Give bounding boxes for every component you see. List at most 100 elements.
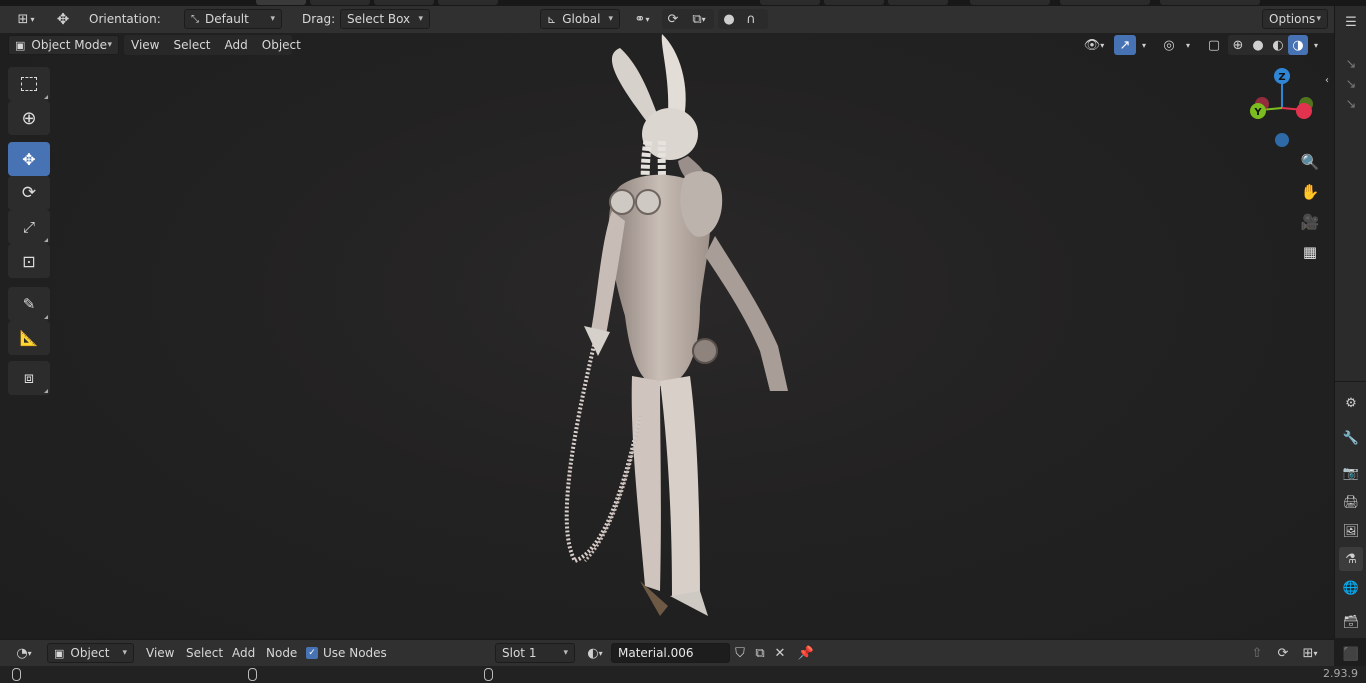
snap-element-icon[interactable]: ⊞ ▾ [1294,643,1326,663]
rendered-shading-icon[interactable]: ◑ [1288,35,1308,55]
viewport-menu: View Select Add Object [124,35,301,55]
workspace-tab[interactable] [824,0,884,5]
overlays-icon[interactable]: ◎ [1158,35,1180,55]
workspace-tab[interactable] [256,0,306,5]
perspective-grid-icon[interactable]: ▦ [1298,240,1322,264]
rotate-tool[interactable]: ⟳ [8,176,50,210]
measure-tool[interactable]: 📐 [8,321,50,355]
chevron-down-icon: ▾ [563,648,568,658]
wireframe-shading-icon[interactable]: ⊕ [1228,35,1248,55]
proportional-edit-icon[interactable]: ● [718,9,740,29]
workspace-tab[interactable] [374,0,434,5]
pin-icon[interactable]: 📌 [795,643,817,663]
properties-tabs: ☰ ↘ ↘ ↘ ⚙ 🔧 📷 🖨 🖼 ⚗ 🌐 🗃 [1334,6,1366,638]
version-label: 2.93.9 [1323,667,1358,680]
solid-shading-icon[interactable]: ● [1248,35,1268,55]
shader-editor-header: ◔ ▾ ▣ Object ▾ View Select Add Node ✓ Use… [0,639,1334,666]
material-shading-icon[interactable]: ◐ [1268,35,1288,55]
select-box-icon [21,77,37,91]
3d-viewport[interactable] [0,6,1334,638]
workspace-tab[interactable] [1160,0,1260,5]
tool-settings-header: ⊞ ▾ ✥ Orientation: ⤡ Default ▾ Drag: Sele… [0,6,1334,33]
render-properties-icon[interactable]: 📷 [1339,461,1363,485]
menu-select-bottom[interactable]: Select [186,643,223,663]
overlays-dropdown-icon[interactable]: ▾ [1180,35,1196,55]
options-dropdown[interactable]: Options ▾ [1262,9,1328,29]
tool-settings-icon[interactable]: 🔧 [1339,426,1363,450]
shader-type-dropdown[interactable]: ▣ Object ▾ [47,643,134,663]
sidebar-toggle-arrow-icon[interactable]: ‹ [1320,70,1334,90]
use-nodes-checkbox[interactable]: ✓ Use Nodes [306,643,387,663]
menu-select[interactable]: Select [166,38,217,52]
tool-pin-icon[interactable]: ↘ [1339,92,1363,116]
workspace-tab[interactable] [970,0,1050,5]
gizmo-toggle-icon[interactable]: ↗ [1114,35,1136,55]
add-cube-tool[interactable]: ⧈ [8,361,50,395]
pivot-point-icon[interactable]: ⚭ ▾ [627,9,657,29]
menu-view-bottom[interactable]: View [146,643,174,663]
editor-type-node-icon[interactable]: ◔ ▾ [8,643,40,663]
workspace-tab[interactable] [438,0,498,5]
view-layer-icon[interactable]: 🖼 [1339,519,1363,543]
slot-dropdown[interactable]: Slot 1 ▾ [495,643,575,663]
menu-node-bottom[interactable]: Node [266,643,297,663]
orientation-value: Default [205,12,249,26]
visibility-eye-icon[interactable]: 👁 ▾ [1078,35,1110,55]
gizmo-z-negative[interactable] [1275,133,1289,147]
snap-toggle-icon[interactable]: ⟳ [662,9,684,29]
workspace-tab[interactable] [1060,0,1150,5]
material-browse-icon[interactable]: ◐ ▾ [581,643,609,663]
orientation-dropdown[interactable]: ⤡ Default ▾ [184,9,282,29]
material-slot-icon[interactable]: ⬛ [1340,644,1362,664]
gizmo-dropdown-icon[interactable]: ▾ [1136,35,1152,55]
unlink-material-icon[interactable]: ✕ [769,643,791,663]
output-properties-icon[interactable]: 🖨 [1339,490,1363,514]
menu-add-bottom[interactable]: Add [232,643,255,663]
annotate-tool[interactable]: ✎ [8,287,50,321]
menu-object[interactable]: Object [255,38,308,52]
menu-view[interactable]: View [124,38,166,52]
world-properties-icon[interactable]: 🌐 [1339,576,1363,600]
material-name-field[interactable]: Material.006 [611,643,730,663]
zoom-icon[interactable]: 🔍 [1298,150,1322,174]
move-tool[interactable]: ✥ [8,142,50,176]
menu-add[interactable]: Add [218,38,255,52]
collection-properties-icon[interactable]: 🗃 [1339,610,1363,634]
navigation-gizmo[interactable]: Z Y [1244,66,1324,156]
select-box-tool[interactable] [8,67,50,101]
parent-node-tree-icon[interactable]: ⇧ [1246,643,1268,663]
pencil-icon: ✎ [22,295,36,313]
falloff-icon[interactable]: ∩ [740,9,762,29]
transform-orientation-dropdown[interactable]: ⊾ Global ▾ [540,9,620,29]
workspace-tab[interactable] [760,0,820,5]
outliner-icon[interactable]: ☰ [1339,10,1363,34]
scene-properties-icon[interactable]: ⚗ [1339,547,1363,571]
gizmo-y-label: Y [1253,107,1262,118]
cursor-tool[interactable]: ⊕ [8,101,50,135]
snap-node-icon[interactable]: ⟳ [1272,643,1294,663]
transform-space-value: Global [562,12,601,26]
xray-icon[interactable]: ▢ [1203,35,1225,55]
scale-icon: ⤢ [22,218,35,236]
mode-value: Object Mode [31,38,107,52]
camera-view-icon[interactable]: 🎥 [1298,210,1322,234]
editor-type-icon[interactable]: ⊞ ▾ [12,9,40,29]
shading-dropdown-icon[interactable]: ▾ [1308,35,1324,55]
transform-tool[interactable]: ⊡ [8,244,50,278]
gizmo-x-axis[interactable] [1296,103,1312,119]
duplicate-material-icon[interactable]: ⧉ [749,643,771,663]
mouse-middle-icon [248,668,257,681]
drag-dropdown[interactable]: Select Box ▾ [340,9,430,29]
properties-editor-icon[interactable]: ⚙ [1339,391,1363,415]
chevron-down-icon: ▾ [107,40,112,50]
fake-user-shield-icon[interactable]: ⛉ [729,643,751,663]
drag-label: Drag: [302,12,336,26]
pan-hand-icon[interactable]: ✋ [1298,180,1322,204]
workspace-tab[interactable] [888,0,948,5]
chevron-down-icon: ▾ [1316,14,1321,24]
move-tool-icon[interactable]: ✥ [50,9,76,29]
workspace-tab[interactable] [310,0,370,5]
scale-tool[interactable]: ⤢ [8,210,50,244]
snap-target-icon[interactable]: ⧉ ▾ [684,9,714,29]
mode-dropdown[interactable]: ▣ Object Mode ▾ [8,35,119,55]
